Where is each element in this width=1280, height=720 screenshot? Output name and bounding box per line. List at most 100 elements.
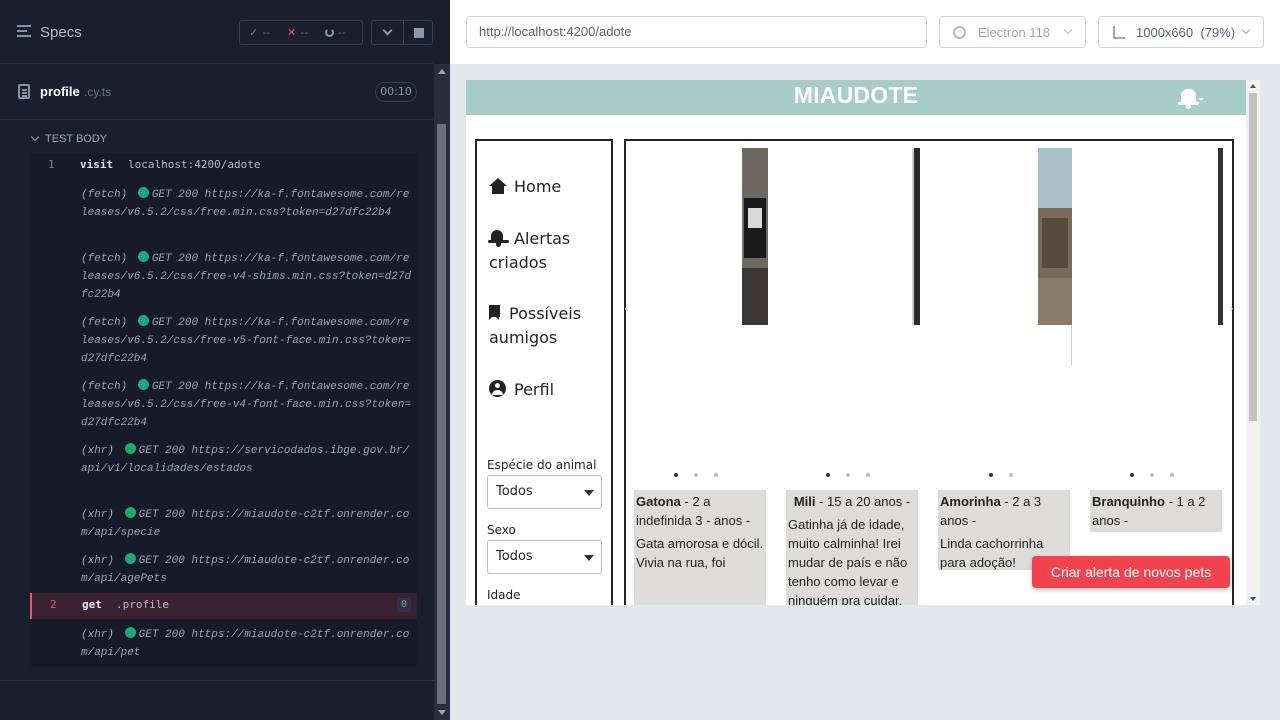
pending-stat: -- — [316, 26, 354, 39]
carousel-dot[interactable] — [989, 473, 993, 477]
command-name: visit — [80, 158, 114, 171]
scroll-thumb[interactable] — [1249, 93, 1257, 421]
command-request[interactable]: (fetch) GET 200 https://ka-f.fontawesome… — [30, 314, 417, 368]
carousel-dot[interactable] — [1009, 473, 1013, 477]
caret-down-icon — [584, 490, 594, 496]
request-status: 200 — [165, 509, 185, 521]
carousel-dot[interactable] — [714, 473, 718, 477]
notifications-dropdown[interactable] — [1178, 88, 1204, 110]
carousel-dot[interactable] — [826, 473, 830, 477]
filter-label-sexo: Sexo — [487, 523, 516, 537]
pet-photo[interactable] — [912, 148, 920, 325]
carousel-dot[interactable] — [846, 473, 850, 477]
command-request[interactable]: (fetch) GET 200 https://ka-f.fontawesome… — [30, 186, 417, 240]
filter-label-idade: Idade — [487, 588, 521, 602]
request-url: https://ka-f.fontawesome.com/releases/v6… — [81, 317, 412, 365]
user-circle-icon — [489, 380, 506, 397]
command-visit[interactable]: 1 visit localhost:4200/adote — [30, 156, 417, 174]
pet-photo[interactable] — [742, 148, 768, 325]
viewport-selector[interactable]: 1000x660 (79%) — [1098, 16, 1264, 48]
browser-label: Electron 118 — [978, 25, 1051, 40]
status-dot-icon — [124, 627, 136, 638]
pet-photo[interactable] — [1218, 148, 1223, 325]
status-dot-icon — [137, 187, 149, 198]
command-name: get — [82, 598, 102, 611]
command-request[interactable]: (xhr) GET 200 https://miaudote-c2tf.onre… — [30, 552, 417, 588]
specs-bar: Specs ✓ -- ✕ -- -- — [0, 0, 433, 64]
request-method: GET — [151, 189, 172, 201]
zoom-level: (79%) — [1200, 25, 1236, 40]
browser-selector[interactable]: Electron 118 — [939, 16, 1086, 48]
command-request[interactable]: (xhr) GET 200 https://servicodados.ibge.… — [30, 442, 417, 496]
chevron-down-button[interactable] — [371, 20, 404, 45]
command-request[interactable]: (fetch) GET 200 https://ka-f.fontawesome… — [30, 378, 417, 432]
nav-item-alertas[interactable]: Alertas criados — [488, 227, 607, 275]
carousel-dot[interactable] — [1170, 473, 1174, 477]
stop-button[interactable] — [403, 20, 433, 45]
stop-icon — [414, 28, 424, 38]
pet-info: Mili - 15 a 20 anos - Gatinha já de idad… — [786, 490, 918, 605]
command-request[interactable]: (xhr) GET 200 https://miaudote-c2tf.onre… — [30, 506, 417, 542]
request-type: (xhr) — [81, 509, 115, 521]
create-alert-button[interactable]: Criar alerta de novos pets — [1032, 556, 1230, 588]
request-method: GET — [138, 509, 159, 521]
pet-photo[interactable] — [1038, 148, 1072, 325]
status-dot-icon — [124, 507, 136, 518]
pet-info: Gatona - 2 a indefinida 3 - anos - Gata … — [634, 490, 766, 605]
app-title: MIAUDOTE — [793, 82, 919, 108]
chevron-down-icon — [30, 132, 40, 142]
carousel-dot[interactable] — [1150, 473, 1154, 477]
scroll-up-icon[interactable] — [438, 69, 446, 74]
divider — [1071, 325, 1072, 365]
ruler-icon — [1113, 26, 1125, 39]
command-message: localhost:4200/adote — [128, 158, 261, 171]
chevron-left-icon[interactable]: ‹ — [624, 301, 630, 317]
carousel-dot[interactable] — [1130, 473, 1134, 477]
pet-description: Gata amorosa e dócil. Vivia na rua, foi — [636, 536, 764, 570]
bell-icon — [488, 230, 509, 247]
request-type: (xhr) — [81, 555, 115, 567]
carousel-dot[interactable] — [866, 473, 870, 477]
request-url: https://ka-f.fontawesome.com/releases/v6… — [81, 253, 412, 301]
sidebar: Home Alertas criados Possíveis aumigos P… — [475, 139, 613, 605]
request-method: GET — [151, 253, 172, 265]
chevron-down-icon — [382, 25, 393, 36]
test-body-toggle[interactable]: TEST BODY — [30, 132, 107, 145]
command-request[interactable]: (fetch) GET 200 https://ka-f.fontawesome… — [30, 250, 417, 304]
passed-stat: ✓ -- — [249, 26, 271, 39]
chevron-right-icon[interactable]: › — [1228, 301, 1234, 317]
pet-name: Branquinho — [1092, 494, 1165, 509]
viewport-label: 1000x660 (79%) — [1136, 25, 1235, 40]
pet-age: - 15 a 20 anos - — [819, 494, 911, 509]
specs-label[interactable]: Specs — [40, 24, 82, 41]
x-icon: ✕ — [287, 26, 297, 39]
nav-item-possiveis-aumigos[interactable]: Possíveis aumigos — [489, 302, 607, 350]
scroll-down-icon[interactable] — [438, 710, 446, 715]
command-get[interactable]: 2 get .profile 0 — [30, 593, 417, 619]
pet-info: Branquinho - 1 a 2 anos - — [1090, 490, 1222, 532]
nav-item-home[interactable]: Home — [489, 175, 607, 199]
carousel-dot[interactable] — [674, 473, 678, 477]
sexo-select[interactable]: Todos — [487, 540, 602, 574]
menu-icon[interactable] — [17, 25, 31, 40]
scroll-thumb[interactable] — [437, 124, 446, 704]
nav-item-perfil[interactable]: Perfil — [489, 378, 607, 402]
aut-scrollbar[interactable] — [1246, 80, 1260, 605]
request-status: 200 — [178, 253, 199, 265]
request-status: 200 — [165, 445, 185, 457]
carousel-dot[interactable] — [694, 473, 698, 477]
status-dot-icon — [137, 251, 149, 262]
bell-icon — [1178, 89, 1199, 109]
request-method: GET — [151, 381, 172, 393]
pet-name: Amorinha — [940, 494, 1001, 509]
scroll-down-icon[interactable] — [1250, 597, 1256, 601]
runner-scrollbar[interactable] — [434, 64, 450, 720]
carousel-dots — [826, 473, 870, 477]
especie-select[interactable]: Todos — [487, 475, 602, 509]
pet-name: Mili — [793, 494, 816, 509]
request-status: 200 — [165, 555, 185, 567]
command-request[interactable]: (xhr) GET 200 https://miaudote-c2tf.onre… — [30, 626, 417, 662]
scroll-up-icon[interactable] — [1250, 84, 1256, 88]
url-field[interactable]: http://localhost:4200/adote — [466, 16, 927, 48]
chevron-down-icon — [1241, 25, 1251, 35]
